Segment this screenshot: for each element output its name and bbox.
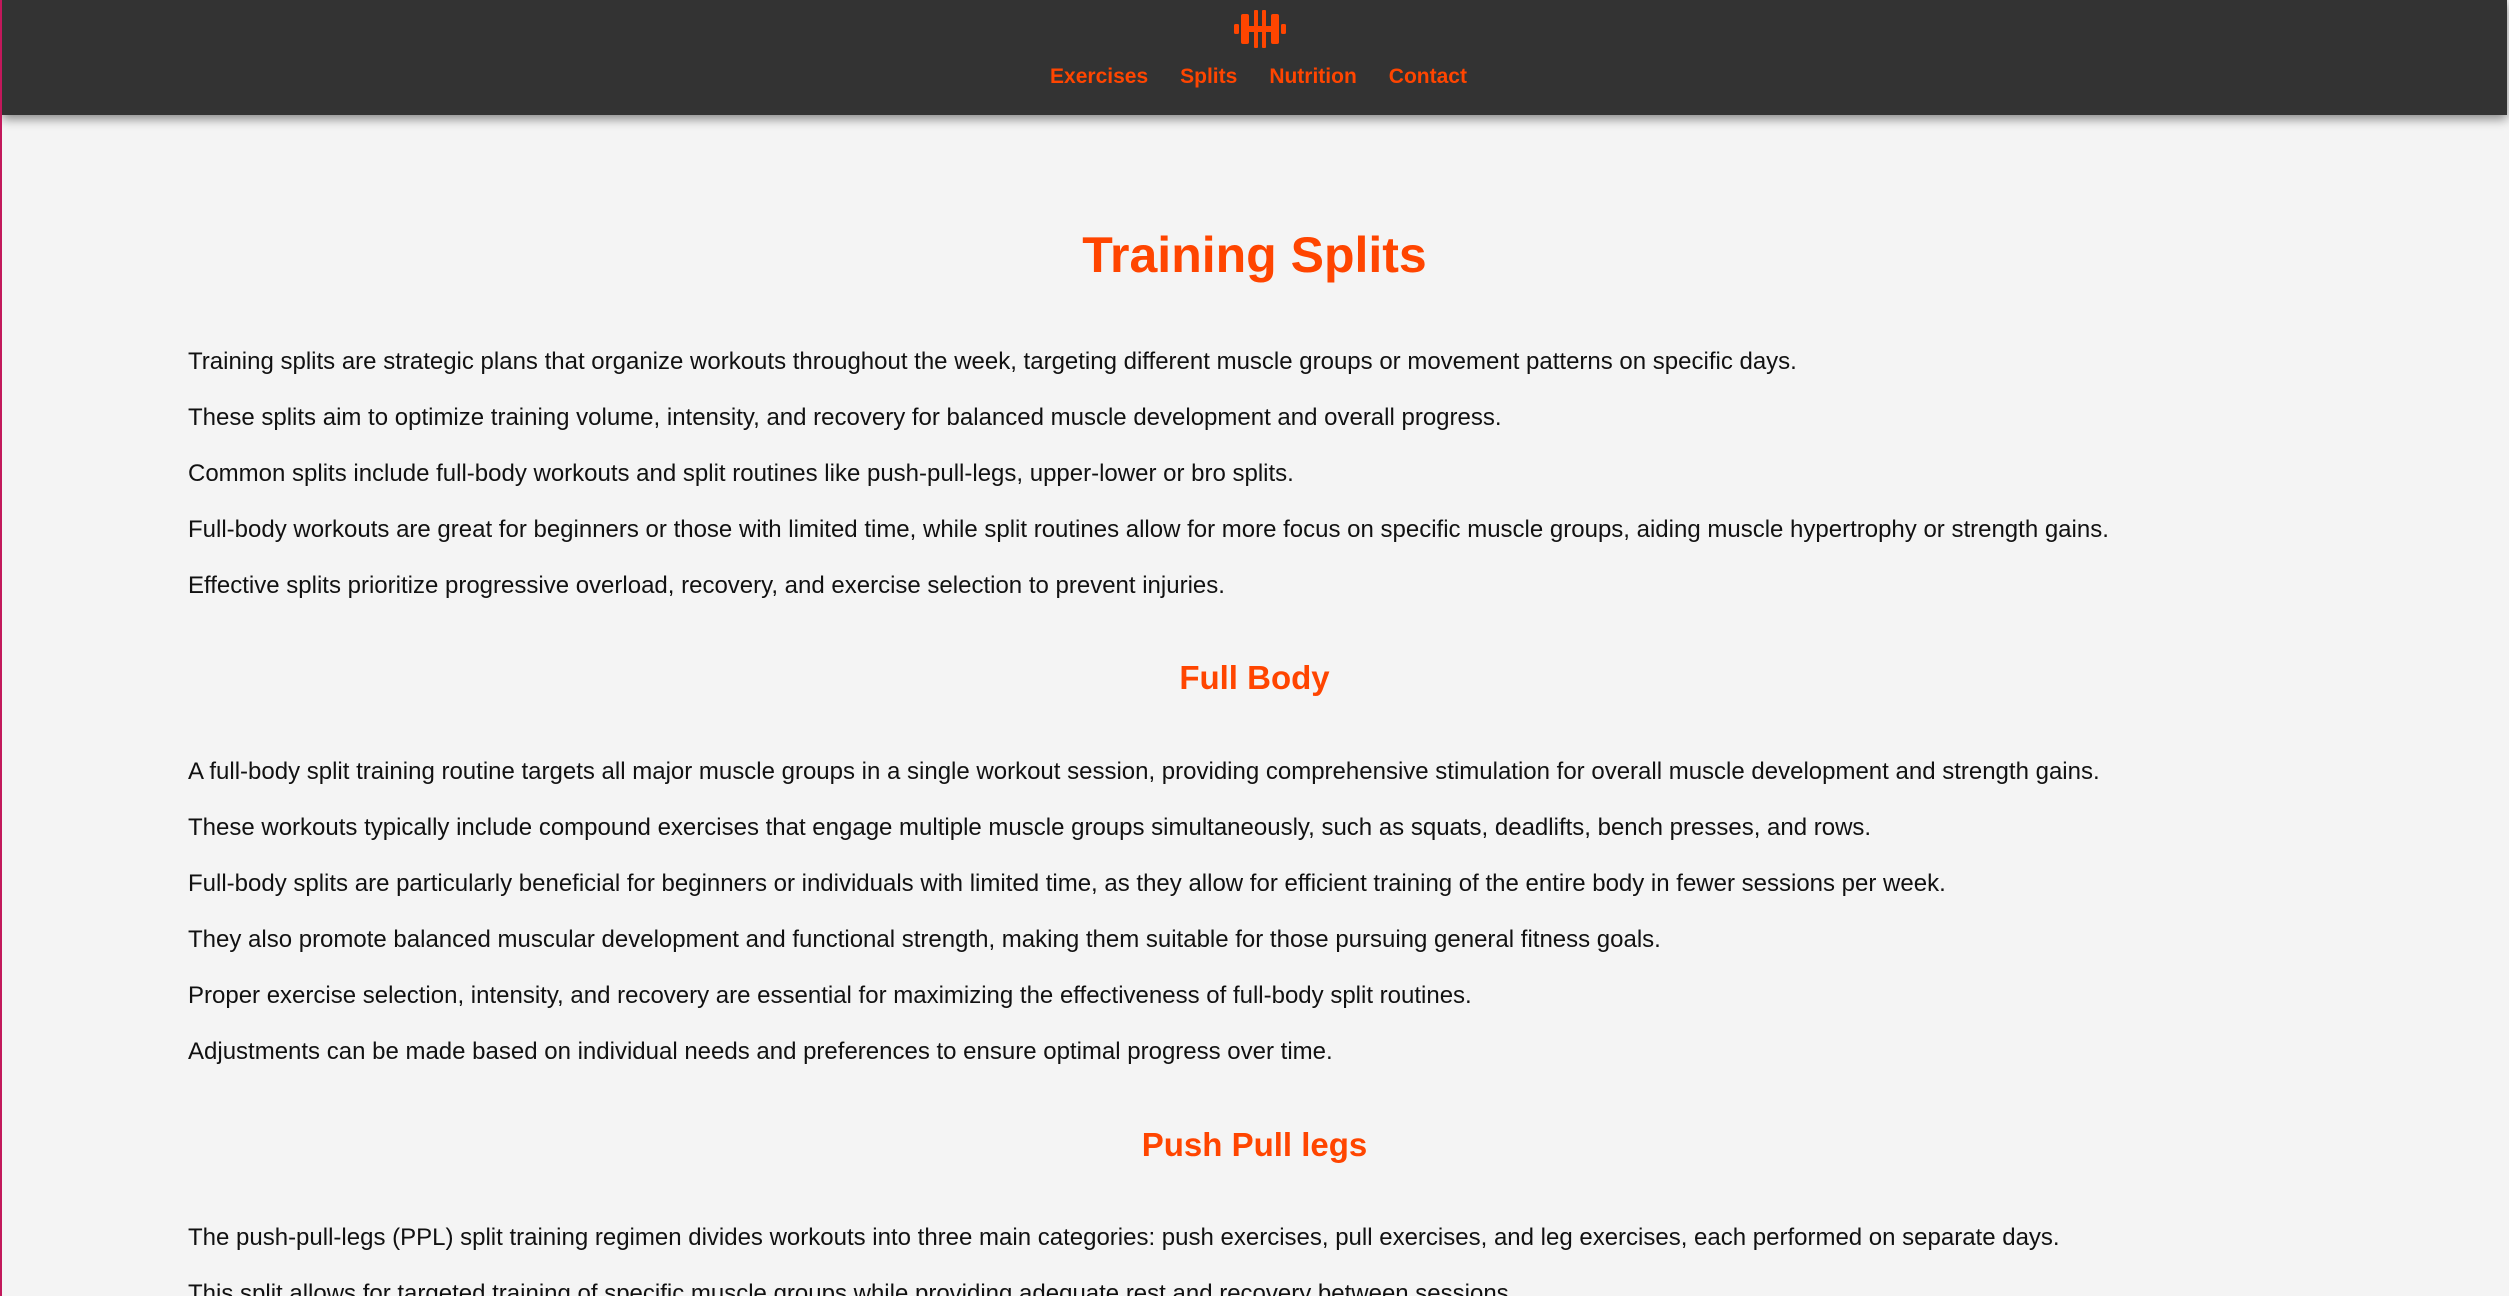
- full-body-paragraph: They also promote balanced muscular deve…: [188, 926, 1661, 953]
- full-body-paragraph: These workouts typically include compoun…: [188, 814, 1872, 841]
- intro-paragraph: Full-body workouts are great for beginne…: [188, 516, 2109, 543]
- section-title-push-pull-legs: Push Pull legs: [1141, 1126, 1368, 1163]
- page: Exercises Splits Nutrition Contact Train…: [0, 0, 2509, 1296]
- full-body-paragraph: Adjustments can be made based on individ…: [188, 1038, 1333, 1065]
- top-navigation-bar: Exercises Splits Nutrition Contact: [2, 0, 2507, 115]
- main-nav: Exercises Splits Nutrition Contact: [2, 64, 2507, 90]
- intro-paragraph: Effective splits prioritize progressive …: [188, 572, 1225, 599]
- intro-paragraph: Common splits include full-body workouts…: [188, 460, 1294, 487]
- nav-link-exercises[interactable]: Exercises: [1050, 64, 1148, 90]
- dumbbell-icon[interactable]: [1234, 10, 1286, 48]
- full-body-paragraph: Proper exercise selection, intensity, an…: [188, 982, 1472, 1009]
- full-body-paragraph: A full-body split training routine targe…: [188, 758, 2100, 785]
- page-title: Training Splits: [1082, 227, 1427, 283]
- section-title-full-body: Full Body: [1179, 659, 1330, 696]
- ppl-paragraph: This split allows for targeted training …: [188, 1280, 1516, 1296]
- nav-link-splits[interactable]: Splits: [1180, 64, 1237, 90]
- full-body-paragraph: Full-body splits are particularly benefi…: [188, 870, 1946, 897]
- intro-paragraph: These splits aim to optimize training vo…: [188, 404, 1502, 431]
- nav-link-nutrition[interactable]: Nutrition: [1269, 64, 1356, 90]
- intro-paragraph: Training splits are strategic plans that…: [188, 348, 1797, 375]
- ppl-paragraph: The push-pull-legs (PPL) split training …: [188, 1224, 2060, 1251]
- nav-link-contact[interactable]: Contact: [1389, 64, 1467, 90]
